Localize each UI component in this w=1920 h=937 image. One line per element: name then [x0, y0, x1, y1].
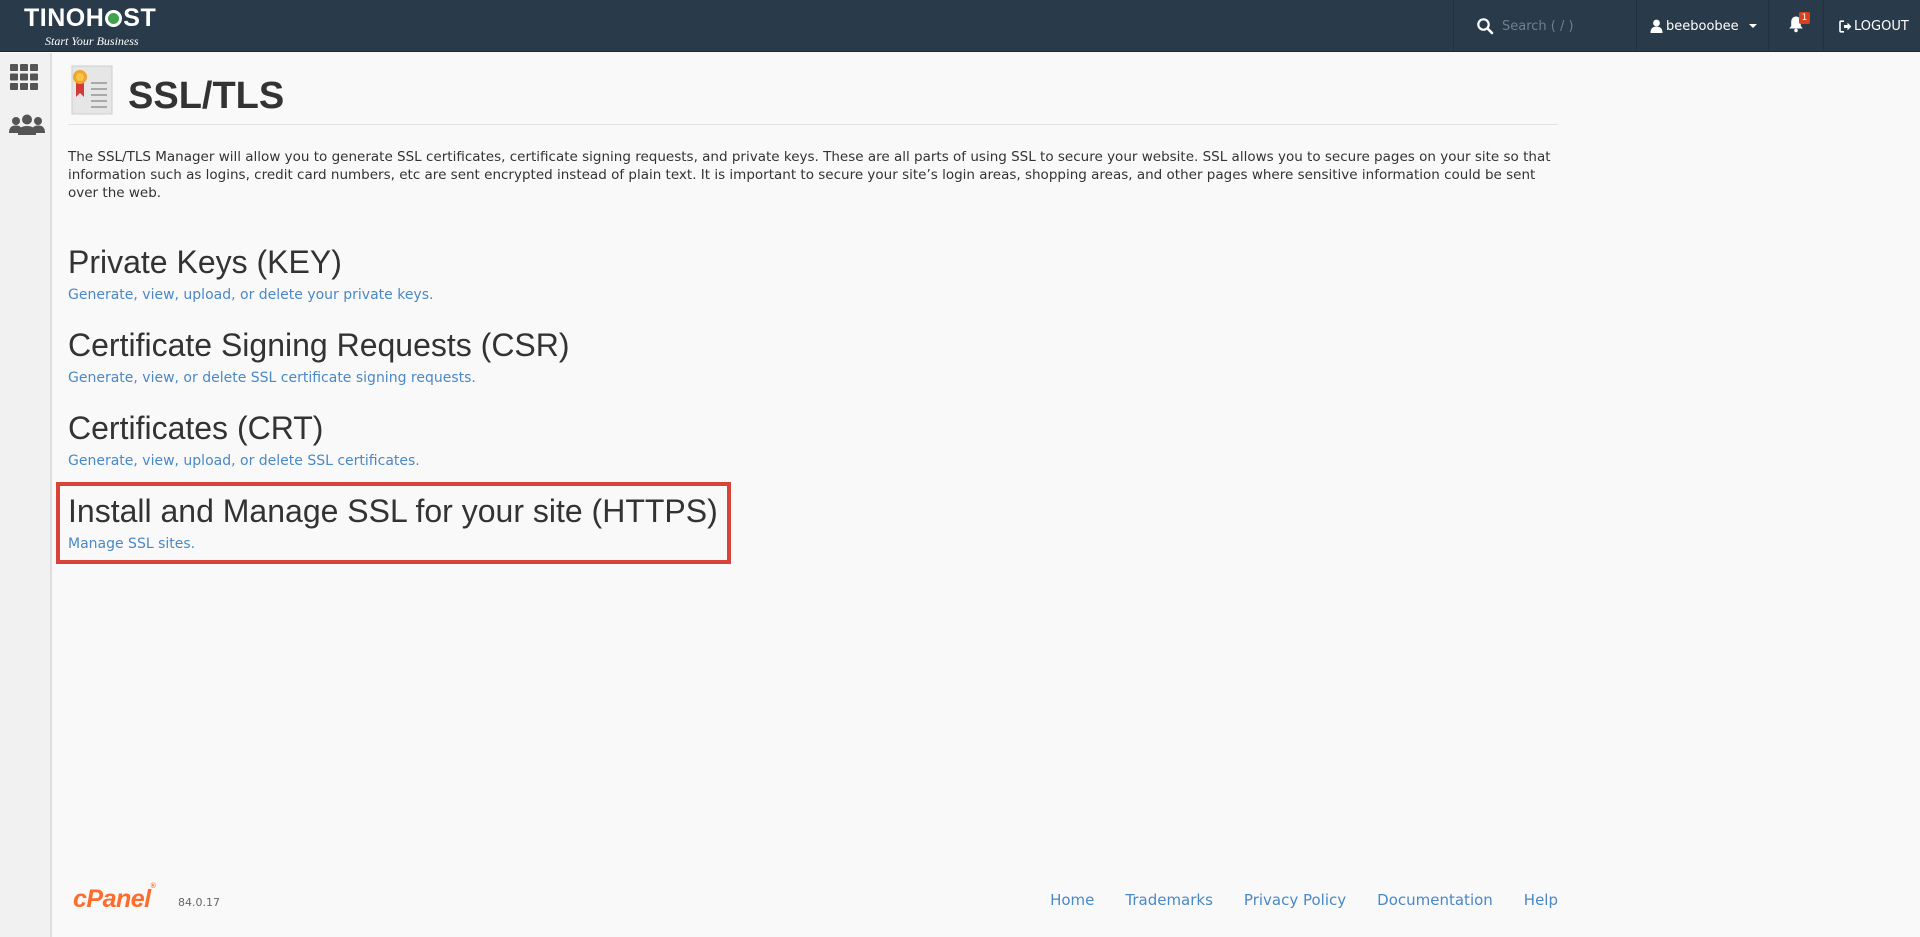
- notifications-button[interactable]: 1: [1769, 0, 1823, 52]
- user-menu-button[interactable]: beeboobee: [1637, 0, 1768, 52]
- sidebar-item-users[interactable]: [8, 113, 48, 147]
- section-install-ssl: Install and Manage SSL for your site (HT…: [56, 482, 828, 564]
- left-sidebar: [0, 53, 52, 937]
- footer-links: Home Trademarks Privacy Policy Documenta…: [1050, 891, 1558, 909]
- section-heading: Certificate Signing Requests (CSR): [68, 327, 570, 363]
- brand-tagline: Start Your Business: [45, 34, 139, 48]
- notification-badge: 1: [1799, 12, 1810, 24]
- section-private-keys: Private Keys (KEY) Generate, view, uploa…: [68, 243, 828, 303]
- private-keys-link[interactable]: Generate, view, upload, or delete your p…: [68, 287, 433, 303]
- user-icon: [1650, 19, 1663, 33]
- home-logo-icon: [105, 10, 123, 27]
- section-heading: Certificates (CRT): [68, 410, 324, 446]
- logout-label: LOGOUT: [1854, 18, 1909, 34]
- certificates-link[interactable]: Generate, view, upload, or delete SSL ce…: [68, 453, 420, 469]
- chevron-down-icon: [1748, 24, 1757, 28]
- section-heading: Private Keys (KEY): [68, 244, 342, 280]
- highlight-box: [56, 482, 731, 564]
- version-label: 84.0.17: [178, 896, 220, 909]
- top-navbar: TINOHST Start Your Business beeboobee 1: [0, 0, 1920, 52]
- section-certificates: Certificates (CRT) Generate, view, uploa…: [68, 409, 828, 469]
- grid-icon: [10, 64, 38, 90]
- footer-link-home[interactable]: Home: [1050, 891, 1094, 909]
- username-label: beeboobee: [1666, 18, 1739, 34]
- search-icon: [1477, 18, 1494, 35]
- search-box: [1454, 0, 1636, 52]
- footer: cPanel® 84.0.17 Home Trademarks Privacy …: [68, 880, 1558, 920]
- brand-logo[interactable]: TINOH ST Start Your Business: [24, 4, 174, 48]
- page-title: SSL/TLS: [128, 75, 285, 117]
- users-icon: [9, 114, 45, 135]
- footer-link-help[interactable]: Help: [1524, 891, 1558, 909]
- csr-link[interactable]: Generate, view, or delete SSL certificat…: [68, 370, 476, 386]
- cpanel-logo[interactable]: cPanel®: [73, 883, 156, 914]
- footer-link-privacy-policy[interactable]: Privacy Policy: [1244, 891, 1346, 909]
- section-csr: Certificate Signing Requests (CSR) Gener…: [68, 326, 828, 386]
- search-input[interactable]: [1502, 13, 1632, 39]
- sidebar-item-tools[interactable]: [8, 63, 48, 97]
- page-description: The SSL/TLS Manager will allow you to ge…: [68, 149, 1551, 201]
- logout-icon: [1839, 19, 1852, 33]
- page-header: SSL/TLS: [68, 65, 1558, 125]
- footer-link-documentation[interactable]: Documentation: [1377, 891, 1493, 909]
- certificate-icon: [71, 65, 113, 115]
- footer-link-trademarks[interactable]: Trademarks: [1125, 891, 1213, 909]
- brand-name: TINOH ST: [24, 4, 157, 32]
- logout-button[interactable]: LOGOUT: [1824, 0, 1920, 52]
